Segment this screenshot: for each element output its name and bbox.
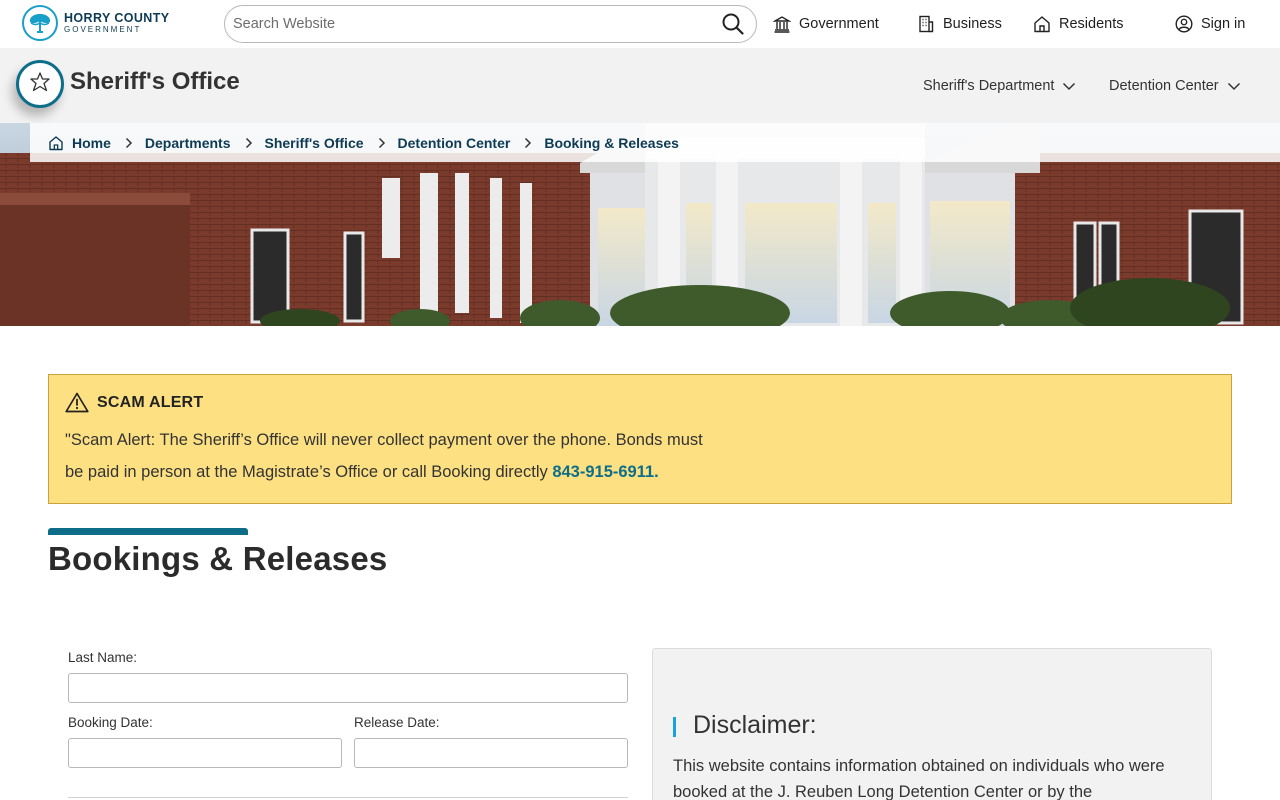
breadcrumb-current[interactable]: Booking & Releases — [544, 135, 679, 151]
disclaimer-panel: Disclaimer: This website contains inform… — [652, 648, 1212, 800]
logo-line2: GOVERNMENT — [64, 25, 142, 35]
release-date-input[interactable] — [354, 738, 628, 768]
alert-line2: be paid in person at the Magistrate’s Of… — [65, 463, 553, 481]
alert-message: "Scam Alert: The Sheriff’s Office will n… — [65, 424, 785, 488]
last-name-label: Last Name: — [68, 650, 138, 665]
disclaimer-title: Disclaimer: — [693, 711, 817, 739]
chevron-down-icon — [1062, 79, 1076, 93]
heading-accent-bar — [48, 528, 248, 535]
breadcrumb-sheriffs-office[interactable]: Sheriff's Office — [265, 135, 364, 151]
alert-line1: "Scam Alert: The Sheriff’s Office will n… — [65, 431, 703, 449]
chevron-right-icon — [125, 137, 133, 149]
form-divider — [68, 797, 628, 798]
sheriff-star-icon[interactable] — [16, 60, 64, 108]
user-circle-icon — [1175, 15, 1193, 33]
scam-alert-box: SCAM ALERT "Scam Alert: The Sheriff’s Of… — [48, 374, 1232, 504]
sign-in-label: Sign in — [1201, 16, 1246, 32]
booking-phone-link[interactable]: 843-915-6911. — [552, 463, 658, 481]
chevron-right-icon — [378, 137, 386, 149]
search-input[interactable] — [225, 16, 705, 32]
nav-residents-label: Residents — [1059, 16, 1124, 32]
nav-government[interactable]: Government — [773, 0, 879, 48]
home-icon — [1033, 15, 1051, 33]
nav-sheriffs-department[interactable]: Sheriff's Department — [923, 48, 1076, 123]
booking-date-label: Booking Date: — [68, 715, 153, 730]
county-logo[interactable]: HORRY COUNTY GOVERNMENT — [22, 5, 170, 41]
booking-date-input[interactable] — [68, 738, 342, 768]
alert-title: SCAM ALERT — [97, 393, 204, 411]
release-date-label: Release Date: — [354, 715, 440, 730]
tree-logo-icon — [22, 5, 58, 41]
disclaimer-text: This website contains information obtain… — [673, 757, 1165, 800]
business-building-icon — [917, 15, 935, 33]
breadcrumb-departments[interactable]: Departments — [145, 135, 231, 151]
search-icon[interactable] — [722, 13, 744, 40]
nav-business[interactable]: Business — [917, 0, 1002, 48]
nav-detention-center-label: Detention Center — [1109, 77, 1219, 94]
sign-in-link[interactable]: Sign in — [1175, 0, 1245, 48]
nav-business-label: Business — [943, 16, 1002, 32]
nav-detention-center[interactable]: Detention Center — [1109, 48, 1241, 123]
nav-residents[interactable]: Residents — [1033, 0, 1123, 48]
chevron-right-icon — [524, 137, 532, 149]
page-title: Bookings & Releases — [48, 540, 388, 577]
disclaimer-accent-bar — [673, 717, 676, 737]
last-name-input[interactable] — [68, 673, 628, 703]
home-icon[interactable] — [48, 135, 64, 151]
chevron-right-icon — [245, 137, 253, 149]
section-title[interactable]: Sheriff's Office — [70, 68, 240, 96]
section-header: Sheriff's Office Sheriff's Department De… — [0, 48, 1280, 123]
chevron-down-icon — [1227, 79, 1241, 93]
logo-line1: HORRY COUNTY — [64, 10, 170, 25]
breadcrumb: Home Departments Sheriff's Office Detent… — [30, 123, 1280, 162]
top-bar: HORRY COUNTY GOVERNMENT Government Busin… — [0, 0, 1280, 48]
nav-sheriffs-department-label: Sheriff's Department — [923, 77, 1055, 94]
search-box — [224, 5, 757, 43]
breadcrumb-detention-center[interactable]: Detention Center — [398, 135, 511, 151]
government-building-icon — [773, 15, 791, 33]
nav-government-label: Government — [799, 16, 879, 32]
breadcrumb-home[interactable]: Home — [72, 135, 111, 151]
warning-triangle-icon — [65, 392, 89, 413]
